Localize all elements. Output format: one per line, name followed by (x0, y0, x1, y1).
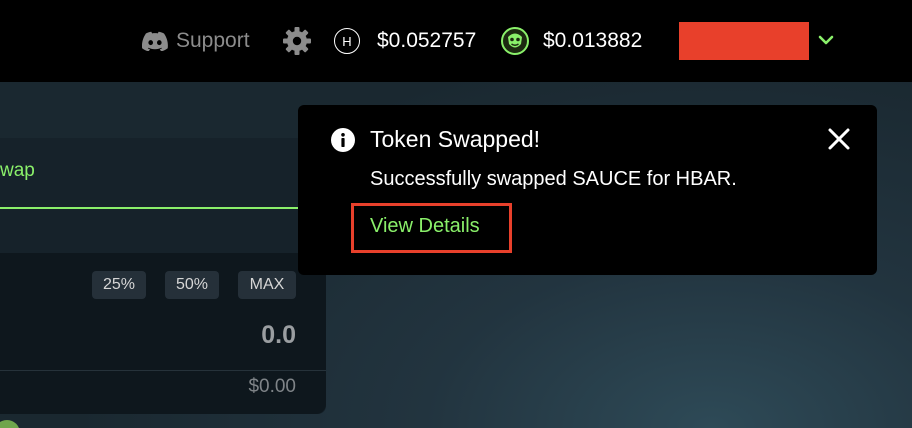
gear-icon[interactable] (282, 26, 312, 56)
percent-50-button[interactable]: 50% (165, 271, 219, 299)
usd-value: $0.00 (248, 376, 296, 397)
chevron-down-icon[interactable] (816, 30, 836, 50)
sauce-price: $0.013882 (501, 26, 642, 56)
max-button[interactable]: MAX (238, 271, 296, 299)
close-icon[interactable] (826, 126, 852, 152)
sauce-icon (501, 27, 529, 55)
token-icon-partial (0, 420, 20, 428)
hbar-price-value: $0.052757 (377, 29, 477, 52)
tab-swap[interactable]: wap (0, 160, 35, 182)
account-button-redacted[interactable] (679, 22, 809, 60)
support-label: Support (176, 29, 250, 52)
tab-swap-underline (0, 207, 298, 209)
amount-input[interactable] (60, 317, 296, 353)
toast-message: Successfully swapped SAUCE for HBAR. (370, 168, 737, 190)
info-icon (331, 128, 355, 152)
support-link[interactable]: Support (142, 26, 250, 56)
percent-25-button[interactable]: 25% (92, 271, 146, 299)
view-details-link[interactable]: View Details (370, 215, 480, 238)
hbar-icon: H (334, 28, 360, 54)
sauce-price-value: $0.013882 (543, 29, 643, 52)
discord-icon (142, 31, 168, 51)
input-divider (0, 370, 326, 371)
toast-title: Token Swapped! (370, 126, 541, 152)
hbar-price: H $0.052757 (334, 26, 476, 56)
